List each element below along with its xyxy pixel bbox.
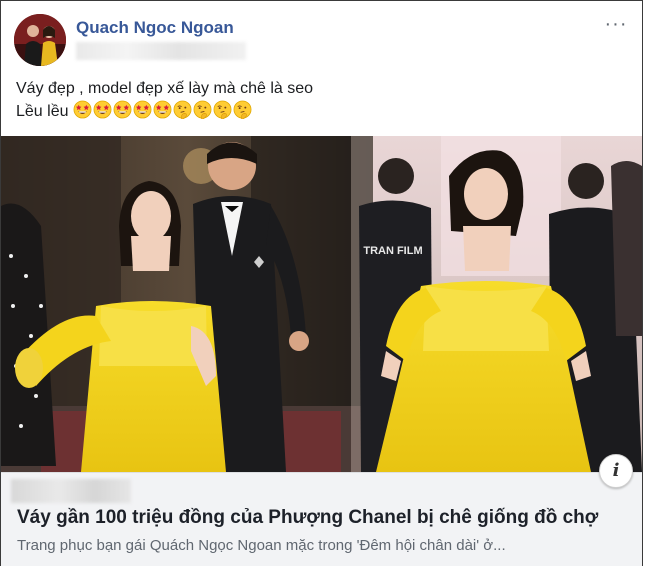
link-title[interactable]: Váy gần 100 triệu đồng của Phượng Chanel… [17,507,637,529]
tran-film-sign: TRAN FILM [363,245,422,257]
link-domain-blurred [11,479,131,503]
star-struck-emoji [73,100,92,119]
link-description: Trang phục bạn gái Quách Ngọc Ngoan mặc … [17,537,506,554]
thinking-emoji [173,100,192,119]
link-preview-card[interactable]: Váy gần 100 triệu đồng của Phượng Chanel… [1,472,642,566]
more-options-button[interactable]: ··· [603,14,629,40]
star-struck-emoji [113,100,132,119]
info-icon[interactable]: i [599,454,633,488]
thinking-emoji [213,100,232,119]
star-struck-emoji [153,100,172,119]
star-struck-emoji [93,100,112,119]
post-header: Quach Ngoc Ngoan ··· [14,14,629,68]
post-text-line-2-text: Lều lều [16,103,69,120]
post-text-line-2: Lều lều [16,100,616,123]
post-photo[interactable]: TRAN FILM [1,136,642,472]
thinking-emoji [233,100,252,119]
star-struck-emoji [133,100,152,119]
post-meta-blurred [76,42,246,60]
avatar[interactable] [14,14,66,66]
post-text-line-1: Váy đẹp , model đẹp xế lày mà chê là seo [16,80,314,97]
thinking-emoji [193,100,212,119]
author-name-link[interactable]: Quach Ngoc Ngoan [76,18,234,38]
post-text: Váy đẹp , model đẹp xế lày mà chê là seo… [16,78,616,123]
emoji-row [73,100,253,120]
